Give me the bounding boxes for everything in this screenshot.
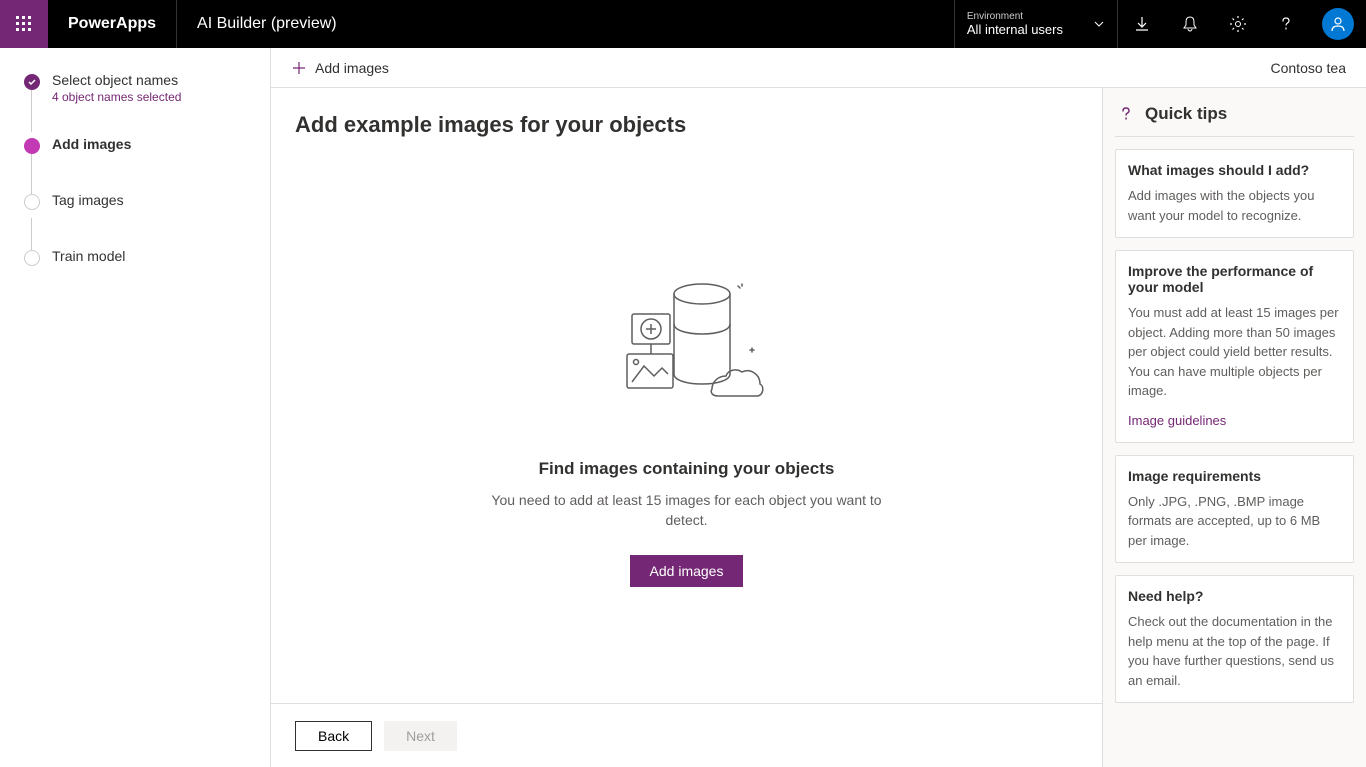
- tip-body: Add images with the objects you want you…: [1128, 186, 1341, 225]
- wizard-footer: Back Next: [271, 703, 1102, 767]
- environment-picker[interactable]: Environment All internal users: [954, 0, 1118, 48]
- waffle-button[interactable]: [0, 0, 48, 48]
- bell-icon: [1181, 15, 1199, 33]
- gear-icon: [1229, 15, 1247, 33]
- tip-card: Improve the performance of your model Yo…: [1115, 250, 1354, 443]
- step-title: Add images: [52, 136, 131, 152]
- tip-card: What images should I add? Add images wit…: [1115, 149, 1354, 238]
- back-button[interactable]: Back: [295, 721, 372, 751]
- toolbar-label: Add images: [315, 60, 389, 76]
- empty-illustration-icon: [602, 274, 772, 419]
- image-guidelines-link[interactable]: Image guidelines: [1128, 413, 1226, 428]
- step-pending-icon: [24, 250, 40, 266]
- step-train-model[interactable]: Train model: [24, 248, 270, 304]
- step-subtitle: 4 object names selected: [52, 90, 181, 104]
- app-name[interactable]: PowerApps: [48, 0, 177, 48]
- tip-title: Need help?: [1128, 588, 1341, 604]
- chevron-down-icon: [1093, 18, 1105, 30]
- notifications-button[interactable]: [1166, 0, 1214, 48]
- quick-tips-panel: Quick tips What images should I add? Add…: [1102, 88, 1366, 767]
- step-title: Select object names: [52, 72, 181, 88]
- download-button[interactable]: [1118, 0, 1166, 48]
- page-title: AI Builder (preview): [177, 15, 357, 33]
- step-title: Train model: [52, 248, 125, 264]
- add-images-toolbar-button[interactable]: Add images: [291, 60, 389, 76]
- tip-card: Need help? Check out the documentation i…: [1115, 575, 1354, 703]
- person-icon: [1329, 15, 1347, 33]
- step-add-images[interactable]: Add images: [24, 136, 270, 192]
- help-icon: [1117, 105, 1135, 123]
- env-value: All internal users: [967, 22, 1063, 37]
- tip-title: Improve the performance of your model: [1128, 263, 1341, 295]
- next-button[interactable]: Next: [384, 721, 457, 751]
- wizard-steps: Select object names 4 object names selec…: [0, 48, 270, 767]
- tip-body: You must add at least 15 images per obje…: [1128, 303, 1341, 401]
- step-title: Tag images: [52, 192, 124, 208]
- tip-title: What images should I add?: [1128, 162, 1341, 178]
- empty-title: Find images containing your objects: [539, 459, 835, 479]
- app-header: PowerApps AI Builder (preview) Environme…: [0, 0, 1366, 48]
- tip-body: Only .JPG, .PNG, .BMP image formats are …: [1128, 492, 1341, 551]
- step-pending-icon: [24, 194, 40, 210]
- tip-card: Image requirements Only .JPG, .PNG, .BMP…: [1115, 455, 1354, 564]
- waffle-icon: [16, 16, 32, 32]
- plus-icon: [291, 60, 307, 76]
- empty-state: Find images containing your objects You …: [295, 118, 1078, 743]
- step-tag-images[interactable]: Tag images: [24, 192, 270, 248]
- user-avatar[interactable]: [1322, 8, 1354, 40]
- main-panel: Add images Contoso tea Add example image…: [270, 48, 1366, 767]
- toolbar: Add images Contoso tea: [271, 48, 1366, 88]
- step-current-icon: [24, 138, 40, 154]
- model-name: Contoso tea: [1271, 60, 1347, 76]
- step-select-object-names[interactable]: Select object names 4 object names selec…: [24, 72, 270, 136]
- step-done-icon: [24, 74, 40, 90]
- tip-title: Image requirements: [1128, 468, 1341, 484]
- add-images-button[interactable]: Add images: [630, 555, 744, 587]
- tips-header-title: Quick tips: [1145, 104, 1227, 124]
- help-button[interactable]: [1262, 0, 1310, 48]
- help-icon: [1277, 15, 1295, 33]
- empty-description: You need to add at least 15 images for e…: [477, 491, 897, 530]
- download-icon: [1133, 15, 1151, 33]
- settings-button[interactable]: [1214, 0, 1262, 48]
- tip-body: Check out the documentation in the help …: [1128, 612, 1341, 690]
- env-label: Environment: [967, 11, 1063, 22]
